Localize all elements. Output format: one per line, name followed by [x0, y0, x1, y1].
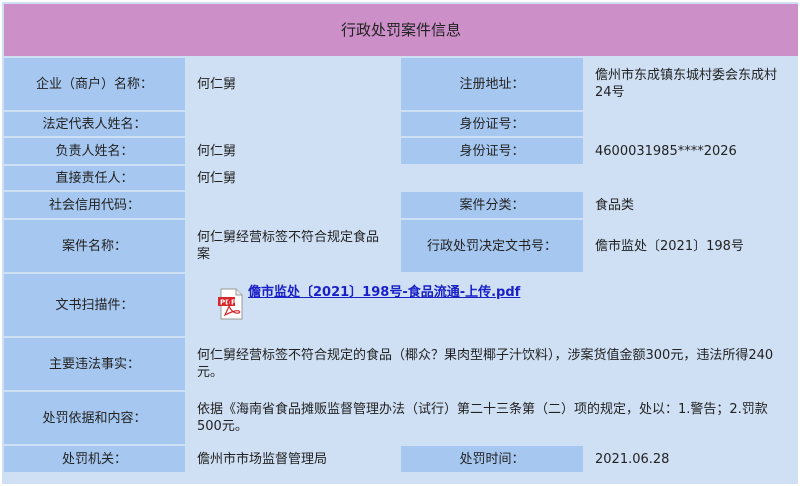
responsible-id-value: 4600031985****2026 — [585, 138, 799, 164]
penalty-basis-label: 处罚依据和内容： — [4, 392, 185, 444]
main-facts-label: 主要违法事实： — [4, 338, 185, 390]
decision-number-value: 儋市监处〔2021〕198号 — [585, 220, 799, 272]
case-category-label: 案件分类： — [401, 192, 583, 218]
responsible-person-label: 负责人姓名： — [4, 138, 185, 164]
document-download-link[interactable]: 儋市监处〔2021〕198号-食品流通-上传.pdf — [248, 284, 520, 301]
main-facts-value: 何仁舅经营标签不符合规定的食品（椰众？果肉型椰子汁饮料），涉案货值金额300元，… — [187, 338, 799, 390]
legal-id-value — [585, 112, 799, 136]
document-scan-cell: PDF 儋市监处〔2021〕198号-食品流通-上传.pdf — [187, 274, 799, 336]
enterprise-name-label: 企业（商户）名称： — [4, 58, 185, 110]
page-title: 行政处罚案件信息 — [4, 4, 799, 56]
case-name-value: 何仁舅经营标签不符合规定食品案 — [187, 220, 399, 272]
credit-code-label: 社会信用代码： — [4, 192, 185, 218]
direct-responsible-value: 何仁舅 — [187, 166, 799, 190]
responsible-id-label: 身份证号： — [401, 138, 583, 164]
legal-id-label: 身份证号： — [401, 112, 583, 136]
penalty-date-label: 处罚时间： — [401, 446, 583, 472]
direct-responsible-label: 直接责任人： — [4, 166, 185, 190]
case-category-value: 食品类 — [585, 192, 799, 218]
case-info-table: 行政处罚案件信息 企业（商户）名称： 何仁舅 注册地址： 儋州市东成镇东城村委会… — [2, 2, 800, 474]
pdf-file-icon[interactable]: PDF — [218, 288, 244, 320]
case-info-panel: 行政处罚案件信息 企业（商户）名称： 何仁舅 注册地址： 儋州市东成镇东城村委会… — [2, 2, 800, 484]
decision-number-label: 行政处罚决定文书号： — [401, 220, 583, 272]
case-name-label: 案件名称： — [4, 220, 185, 272]
registered-address-value: 儋州市东成镇东城村委会东成村24号 — [585, 58, 799, 110]
legal-representative-label: 法定代表人姓名： — [4, 112, 185, 136]
penalty-basis-value: 依据《海南省食品摊贩监督管理办法（试行）第二十三条第（二）项的规定，处以：1.警… — [187, 392, 799, 444]
document-scan-label: 文书扫描件： — [4, 274, 185, 336]
registered-address-label: 注册地址： — [401, 58, 583, 110]
penalty-authority-label: 处罚机关： — [4, 446, 185, 472]
penalty-authority-value: 儋州市市场监督管理局 — [187, 446, 399, 472]
responsible-person-value: 何仁舅 — [187, 138, 399, 164]
enterprise-name-value: 何仁舅 — [187, 58, 399, 110]
penalty-date-value: 2021.06.28 — [585, 446, 799, 472]
credit-code-value — [187, 192, 399, 218]
legal-representative-value — [187, 112, 399, 136]
